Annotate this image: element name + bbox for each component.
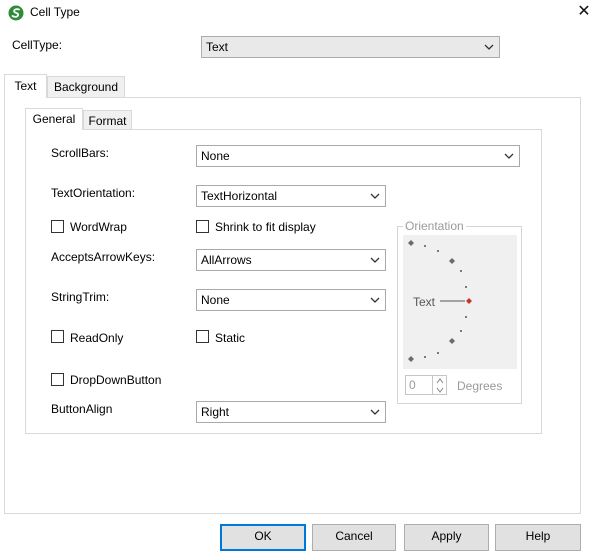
degrees-label: Degrees: [457, 379, 503, 393]
ok-button[interactable]: OK: [220, 524, 306, 551]
shrink-checkbox[interactable]: [196, 220, 209, 233]
dropdownbutton-label: DropDownButton: [70, 373, 162, 387]
spin-down-icon[interactable]: [436, 387, 444, 393]
stringtrim-value: None: [201, 293, 230, 307]
cancel-button[interactable]: Cancel: [312, 524, 396, 551]
stringtrim-select[interactable]: None: [196, 289, 386, 311]
wordwrap-label: WordWrap: [70, 220, 127, 234]
textorientation-label: TextOrientation:: [51, 186, 136, 200]
shrink-label: Shrink to fit display: [215, 220, 316, 234]
buttonalign-value: Right: [201, 405, 230, 419]
subtab-general[interactable]: General: [25, 108, 83, 130]
orientation-marker-0: [466, 298, 472, 304]
scrollbars-value: None: [201, 149, 230, 163]
apply-button[interactable]: Apply: [404, 524, 489, 551]
orientation-marker-90: [408, 240, 414, 246]
dropdownbutton-checkbox[interactable]: [51, 373, 64, 386]
readonly-checkbox[interactable]: [51, 330, 64, 343]
chevron-down-icon: [370, 297, 380, 303]
tab-background[interactable]: Background: [47, 76, 125, 97]
chevron-down-icon: [484, 44, 494, 50]
textorientation-select[interactable]: TextHorizontal: [196, 185, 386, 207]
buttonalign-select[interactable]: Right: [196, 401, 386, 423]
chevron-down-icon: [370, 409, 380, 415]
buttonalign-label: ButtonAlign: [51, 402, 113, 416]
static-label: Static: [215, 331, 246, 345]
orientation-legend: Orientation: [403, 219, 466, 233]
orientation-marker-minus45: [449, 338, 455, 344]
scrollbars-select[interactable]: None: [196, 145, 520, 167]
acceptsarrowkeys-label: AcceptsArrowKeys:: [51, 250, 156, 264]
close-icon[interactable]: ✕: [574, 2, 593, 22]
wordwrap-checkbox[interactable]: [51, 220, 64, 233]
window-title: Cell Type: [30, 5, 80, 19]
degrees-spinner[interactable]: 0: [405, 375, 447, 395]
tab-text[interactable]: Text: [4, 74, 47, 98]
spin-up-icon[interactable]: [436, 378, 444, 384]
app-logo-icon: [8, 5, 24, 21]
orientation-marker-minus90: [408, 356, 414, 362]
static-checkbox[interactable]: [196, 330, 209, 343]
acceptsarrowkeys-select[interactable]: AllArrows: [196, 249, 386, 271]
scrollbars-label: ScrollBars:: [51, 146, 110, 160]
title-bar: [0, 0, 593, 26]
subtab-format[interactable]: Format: [83, 110, 132, 130]
readonly-label: ReadOnly: [70, 331, 124, 345]
celltype-value: Text: [206, 40, 229, 54]
chevron-down-icon: [370, 257, 380, 263]
orientation-marker-45: [449, 258, 455, 264]
orientation-text-label: Text: [413, 295, 436, 309]
stringtrim-label: StringTrim:: [51, 290, 110, 304]
chevron-down-icon: [504, 153, 514, 159]
celltype-select[interactable]: Text: [201, 36, 500, 58]
acceptsarrowkeys-value: AllArrows: [201, 253, 252, 267]
chevron-down-icon: [370, 193, 380, 199]
degrees-value: 0: [409, 378, 416, 392]
celltype-label: CellType:: [12, 38, 63, 52]
help-button[interactable]: Help: [495, 524, 581, 551]
textorientation-value: TextHorizontal: [201, 189, 278, 203]
